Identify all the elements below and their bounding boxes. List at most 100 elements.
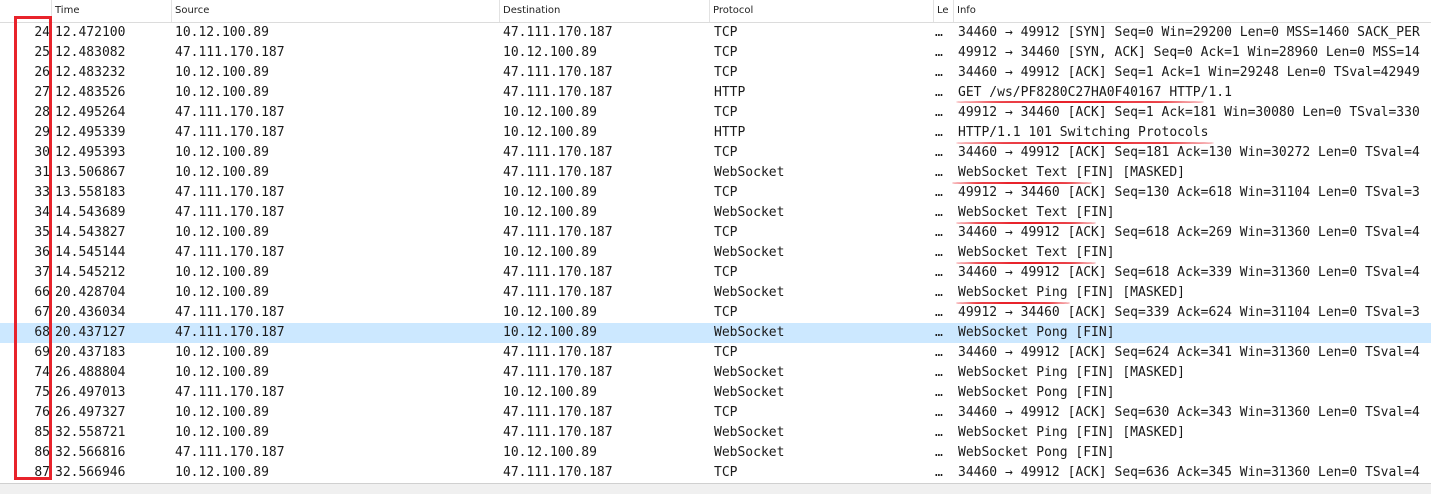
packet-info: GET /ws/PF8280C27HA0F40167 HTTP/1.1 [958, 85, 1232, 100]
packet-time: 20.436034 [55, 305, 126, 320]
packet-row[interactable]: 31 13.506867 10.12.100.89 47.111.170.187 Web… [0, 163, 1431, 183]
horizontal-scrollbar[interactable] [0, 483, 1431, 494]
packet-source: 47.111.170.187 [175, 305, 285, 320]
packet-row[interactable]: 34 14.543689 47.111.170.187 10.12.100.89 Web… [0, 203, 1431, 223]
packet-row[interactable]: 27 12.483526 10.12.100.89 47.111.170.187 HTT… [0, 83, 1431, 103]
packet-time: 14.545144 [55, 245, 126, 260]
packet-time: 12.483232 [55, 65, 126, 80]
packet-source: 10.12.100.89 [175, 405, 269, 420]
packet-source: 10.12.100.89 [175, 165, 269, 180]
packet-info: 49912 → 34460 [ACK] Seq=1 Ack=181 Win=30… [958, 105, 1420, 120]
packet-row[interactable]: 74 26.488804 10.12.100.89 47.111.170.187 Web… [0, 363, 1431, 383]
packet-protocol: WebSocket [714, 425, 785, 440]
packet-row[interactable]: 87 32.566946 10.12.100.89 47.111.170.187 TCP… [0, 463, 1431, 483]
packet-destination: 47.111.170.187 [503, 345, 613, 360]
packet-info: 34460 → 49912 [ACK] Seq=1 Ack=1 Win=2924… [958, 65, 1420, 80]
packet-length: … [935, 105, 943, 120]
annotation-underline-websocket-text-34 [956, 222, 1096, 224]
packet-protocol: HTTP [714, 125, 746, 140]
packet-row[interactable]: 75 26.497013 47.111.170.187 10.12.100.89 Web… [0, 383, 1431, 403]
packet-row[interactable]: 29 12.495339 47.111.170.187 10.12.100.89 HTT… [0, 123, 1431, 143]
packet-protocol: TCP [714, 45, 738, 60]
packet-protocol: TCP [714, 25, 738, 40]
packet-destination: 47.111.170.187 [503, 285, 613, 300]
packet-length: … [935, 245, 943, 260]
packet-row[interactable]: 69 20.437183 10.12.100.89 47.111.170.187 TCP… [0, 343, 1431, 363]
packet-destination: 10.12.100.89 [503, 125, 597, 140]
packet-row[interactable]: 67 20.436034 47.111.170.187 10.12.100.89 TCP… [0, 303, 1431, 323]
packet-destination: 47.111.170.187 [503, 85, 613, 100]
packet-info: WebSocket Pong [FIN] [958, 385, 1115, 400]
packet-source: 47.111.170.187 [175, 325, 285, 340]
packet-row[interactable]: 37 14.545212 10.12.100.89 47.111.170.187 TCP… [0, 263, 1431, 283]
annotation-underline-switching-protocols [956, 142, 1214, 144]
packet-time: 20.428704 [55, 285, 126, 300]
packet-destination: 10.12.100.89 [503, 445, 597, 460]
packet-protocol: TCP [714, 345, 738, 360]
packet-info: WebSocket Text [FIN] [958, 245, 1115, 260]
annotation-underline-websocket-ping-66 [956, 302, 1070, 304]
packet-time: 12.483082 [55, 45, 126, 60]
annotation-underline-get-request [956, 101, 1204, 103]
packet-length: … [935, 465, 943, 480]
packet-row[interactable]: 25 12.483082 47.111.170.187 10.12.100.89 TCP… [0, 43, 1431, 63]
packet-info: 34460 → 49912 [ACK] Seq=618 Ack=339 Win=… [958, 265, 1420, 280]
packet-number-highlight-box [14, 16, 52, 480]
packet-time: 14.543827 [55, 225, 126, 240]
packet-source: 47.111.170.187 [175, 205, 285, 220]
column-header-source[interactable]: Source [172, 0, 500, 22]
packet-time: 32.566946 [55, 465, 126, 480]
packet-length: … [935, 445, 943, 460]
packet-row[interactable]: 30 12.495393 10.12.100.89 47.111.170.187 TCP… [0, 143, 1431, 163]
packet-row[interactable]: 35 14.543827 10.12.100.89 47.111.170.187 TCP… [0, 223, 1431, 243]
packet-source: 10.12.100.89 [175, 145, 269, 160]
packet-row[interactable]: 26 12.483232 10.12.100.89 47.111.170.187 TCP… [0, 63, 1431, 83]
packet-protocol: TCP [714, 405, 738, 420]
packet-info: 49912 → 34460 [SYN, ACK] Seq=0 Ack=1 Win… [958, 45, 1420, 60]
packet-row[interactable]: 36 14.545144 47.111.170.187 10.12.100.89 Web… [0, 243, 1431, 263]
packet-source: 47.111.170.187 [175, 125, 285, 140]
packet-protocol: WebSocket [714, 205, 785, 220]
packet-protocol: WebSocket [714, 445, 785, 460]
packet-protocol: WebSocket [714, 285, 785, 300]
packet-length: … [935, 85, 943, 100]
packet-info: WebSocket Pong [FIN] [958, 325, 1115, 340]
packet-destination: 10.12.100.89 [503, 325, 597, 340]
packet-info: 34460 → 49912 [ACK] Seq=618 Ack=269 Win=… [958, 225, 1420, 240]
packet-info: 34460 → 49912 [ACK] Seq=181 Ack=130 Win=… [958, 145, 1420, 160]
packet-source: 10.12.100.89 [175, 25, 269, 40]
annotation-underline-websocket-text-36 [956, 262, 1096, 264]
packet-row[interactable]: 85 32.558721 10.12.100.89 47.111.170.187 Web… [0, 423, 1431, 443]
packet-time: 13.558183 [55, 185, 126, 200]
packet-time: 32.558721 [55, 425, 126, 440]
packet-time: 26.488804 [55, 365, 126, 380]
packet-time: 26.497327 [55, 405, 126, 420]
packet-destination: 10.12.100.89 [503, 305, 597, 320]
packet-info: WebSocket Ping [FIN] [MASKED] [958, 365, 1185, 380]
packet-protocol: TCP [714, 465, 738, 480]
packet-destination: 47.111.170.187 [503, 405, 613, 420]
packet-protocol: TCP [714, 65, 738, 80]
packet-row[interactable]: 28 12.495264 47.111.170.187 10.12.100.89 TCP… [0, 103, 1431, 123]
column-header-length[interactable]: Le [934, 0, 954, 22]
packet-info: WebSocket Pong [FIN] [958, 445, 1115, 460]
packet-time: 20.437183 [55, 345, 126, 360]
packet-source: 10.12.100.89 [175, 65, 269, 80]
packet-row[interactable]: 66 20.428704 10.12.100.89 47.111.170.187 Web… [0, 283, 1431, 303]
packet-row[interactable]: 68 20.437127 47.111.170.187 10.12.100.89 Web… [0, 323, 1431, 343]
packet-protocol: TCP [714, 225, 738, 240]
packet-row[interactable]: 33 13.558183 47.111.170.187 10.12.100.89 TCP… [0, 183, 1431, 203]
column-header-info[interactable]: Info [954, 0, 1431, 22]
packet-time: 13.506867 [55, 165, 126, 180]
packet-destination: 10.12.100.89 [503, 45, 597, 60]
packet-source: 47.111.170.187 [175, 385, 285, 400]
packet-destination: 47.111.170.187 [503, 425, 613, 440]
column-header-time[interactable]: Time [52, 0, 172, 22]
packet-destination: 47.111.170.187 [503, 145, 613, 160]
column-header-destination[interactable]: Destination [500, 0, 710, 22]
packet-row[interactable]: 76 26.497327 10.12.100.89 47.111.170.187 TCP… [0, 403, 1431, 423]
packet-row[interactable]: 86 32.566816 47.111.170.187 10.12.100.89 Web… [0, 443, 1431, 463]
packet-row[interactable]: 24 12.472100 10.12.100.89 47.111.170.187 TCP… [0, 23, 1431, 43]
column-header-protocol[interactable]: Protocol [710, 0, 934, 22]
packet-time: 14.545212 [55, 265, 126, 280]
